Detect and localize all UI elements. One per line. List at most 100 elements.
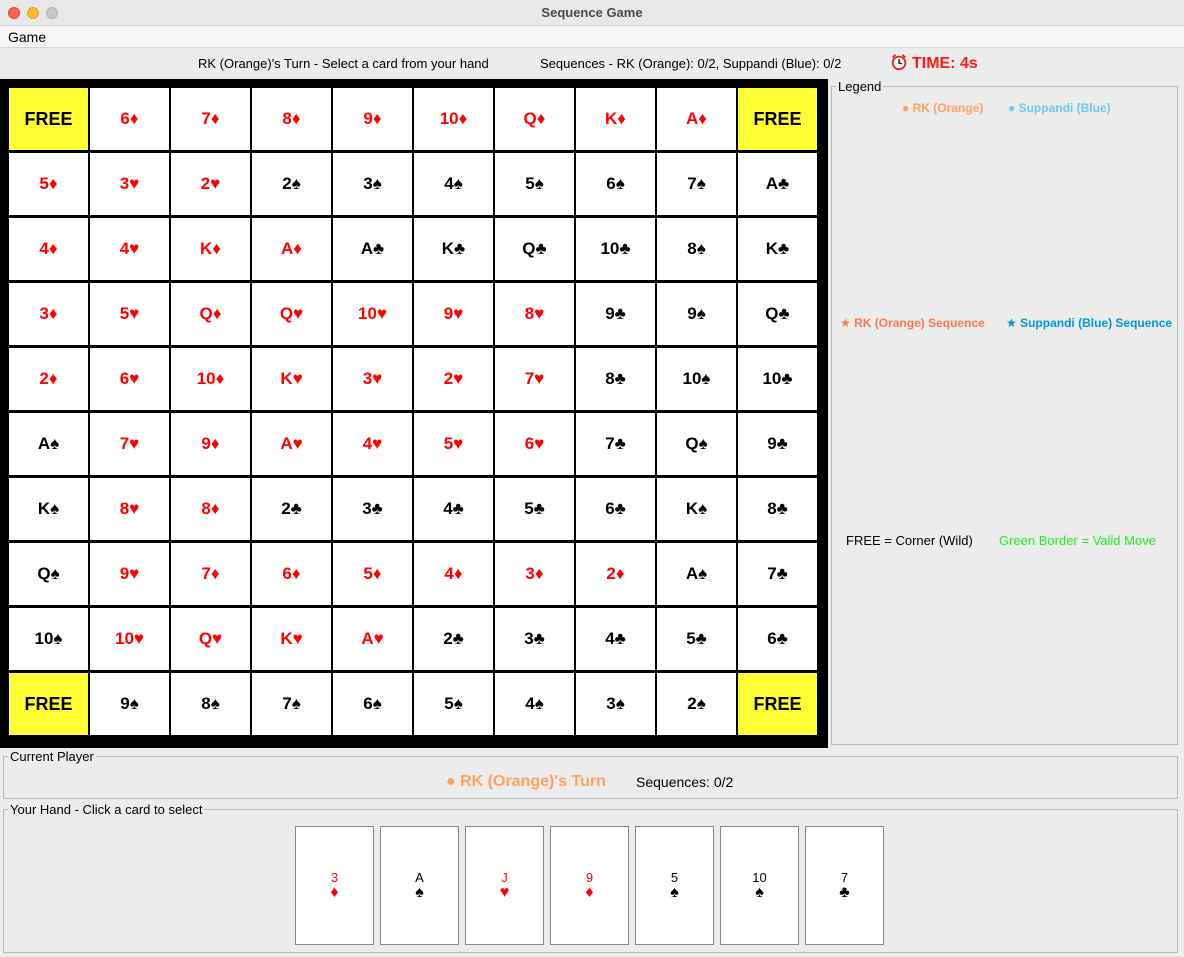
board-cell[interactable]: 7♦ [171, 88, 250, 150]
board-cell[interactable]: A♠ [657, 543, 736, 605]
board-cell[interactable]: 6♣ [576, 478, 655, 540]
board-cell[interactable]: K♥ [252, 348, 331, 410]
board-cell[interactable]: 3♥ [333, 348, 412, 410]
board-cell[interactable]: Q♣ [495, 218, 574, 280]
board-cell[interactable]: 5♥ [90, 283, 169, 345]
board-cell[interactable]: 3♠ [333, 153, 412, 215]
board-cell-free[interactable]: FREE [9, 673, 88, 735]
board-cell[interactable]: A♥ [252, 413, 331, 475]
board-cell[interactable]: K♣ [738, 218, 817, 280]
board-cell[interactable]: 4♥ [333, 413, 412, 475]
board-cell[interactable]: 10♦ [171, 348, 250, 410]
board-cell[interactable]: 8♥ [495, 283, 574, 345]
board-cell[interactable]: 10♠ [9, 608, 88, 670]
board-cell[interactable]: 5♠ [414, 673, 493, 735]
board-cell[interactable]: Q♥ [252, 283, 331, 345]
board-cell[interactable]: 5♦ [333, 543, 412, 605]
hand-card[interactable]: 7 ♣ [805, 826, 884, 945]
board-cell[interactable]: 3♣ [333, 478, 412, 540]
board-cell[interactable]: 9♦ [171, 413, 250, 475]
board-cell[interactable]: 9♠ [657, 283, 736, 345]
board-cell[interactable]: K♣ [414, 218, 493, 280]
board-cell[interactable]: 2♣ [414, 608, 493, 670]
board-cell[interactable]: 4♦ [9, 218, 88, 280]
board-cell[interactable]: 8♣ [738, 478, 817, 540]
board-cell[interactable]: 7♣ [576, 413, 655, 475]
board-cell[interactable]: 5♠ [495, 153, 574, 215]
hand-card[interactable]: J ♥ [465, 826, 544, 945]
board-cell[interactable]: 7♠ [657, 153, 736, 215]
board-cell-free[interactable]: FREE [738, 88, 817, 150]
board-cell-free[interactable]: FREE [738, 673, 817, 735]
board-cell[interactable]: 3♦ [9, 283, 88, 345]
board-cell[interactable]: K♦ [171, 218, 250, 280]
board-cell[interactable]: 10♣ [576, 218, 655, 280]
board-cell[interactable]: 9♥ [90, 543, 169, 605]
board-cell[interactable]: 4♦ [414, 543, 493, 605]
board-cell[interactable]: 7♠ [252, 673, 331, 735]
board-cell[interactable]: 9♠ [90, 673, 169, 735]
board-cell[interactable]: 5♥ [414, 413, 493, 475]
board-cell[interactable]: 7♥ [495, 348, 574, 410]
board-cell[interactable]: 9♣ [738, 413, 817, 475]
board-cell[interactable]: K♦ [576, 88, 655, 150]
board-cell[interactable]: A♥ [333, 608, 412, 670]
board-cell[interactable]: 10♥ [333, 283, 412, 345]
board-cell[interactable]: 6♥ [90, 348, 169, 410]
board-cell[interactable]: 8♥ [90, 478, 169, 540]
menu-game[interactable]: Game [8, 29, 46, 45]
board-cell[interactable]: A♦ [657, 88, 736, 150]
board-cell[interactable]: 7♦ [171, 543, 250, 605]
board-cell[interactable]: 3♦ [495, 543, 574, 605]
board-cell[interactable]: 2♦ [9, 348, 88, 410]
board-cell[interactable]: 4♠ [414, 153, 493, 215]
board-cell[interactable]: Q♥ [171, 608, 250, 670]
board-cell[interactable]: 4♥ [90, 218, 169, 280]
board-cell[interactable]: 8♦ [252, 88, 331, 150]
board-cell[interactable]: 7♥ [90, 413, 169, 475]
board-cell[interactable]: 10♠ [657, 348, 736, 410]
hand-card[interactable]: 5 ♠ [635, 826, 714, 945]
board-cell[interactable]: 3♥ [90, 153, 169, 215]
board-cell[interactable]: 2♣ [252, 478, 331, 540]
board-cell[interactable]: 6♣ [738, 608, 817, 670]
board-cell[interactable]: 2♠ [657, 673, 736, 735]
board-cell[interactable]: 4♠ [495, 673, 574, 735]
board-cell[interactable]: K♥ [252, 608, 331, 670]
board-cell[interactable]: 4♣ [576, 608, 655, 670]
board-cell[interactable]: 2♥ [171, 153, 250, 215]
board-cell[interactable]: A♠ [9, 413, 88, 475]
board-cell[interactable]: Q♦ [171, 283, 250, 345]
board-cell[interactable]: 4♣ [414, 478, 493, 540]
board-cell[interactable]: 6♠ [576, 153, 655, 215]
board-cell[interactable]: K♠ [9, 478, 88, 540]
hand-card[interactable]: 9 ♦ [550, 826, 629, 945]
board-cell[interactable]: Q♠ [657, 413, 736, 475]
board-cell[interactable]: 7♣ [738, 543, 817, 605]
board-cell[interactable]: 9♥ [414, 283, 493, 345]
board-cell[interactable]: 9♣ [576, 283, 655, 345]
board-cell[interactable]: Q♠ [9, 543, 88, 605]
hand-card[interactable]: A ♠ [380, 826, 459, 945]
board-cell[interactable]: 8♦ [171, 478, 250, 540]
board-cell-free[interactable]: FREE [9, 88, 88, 150]
board-cell[interactable]: 6♦ [90, 88, 169, 150]
board-cell[interactable]: 6♦ [252, 543, 331, 605]
hand-card[interactable]: 10 ♠ [720, 826, 799, 945]
board-cell[interactable]: A♣ [738, 153, 817, 215]
board-cell[interactable]: Q♦ [495, 88, 574, 150]
board-cell[interactable]: 2♠ [252, 153, 331, 215]
hand-card[interactable]: 3 ♦ [295, 826, 374, 945]
board-cell[interactable]: 8♠ [171, 673, 250, 735]
board-cell[interactable]: 6♥ [495, 413, 574, 475]
board-cell[interactable]: 2♦ [576, 543, 655, 605]
board-cell[interactable]: 6♠ [333, 673, 412, 735]
board-cell[interactable]: 10♦ [414, 88, 493, 150]
board-cell[interactable]: 8♠ [657, 218, 736, 280]
board-cell[interactable]: 5♦ [9, 153, 88, 215]
board-cell[interactable]: 3♣ [495, 608, 574, 670]
board-cell[interactable]: 10♥ [90, 608, 169, 670]
board-cell[interactable]: 8♣ [576, 348, 655, 410]
board-cell[interactable]: 5♣ [657, 608, 736, 670]
board-cell[interactable]: A♣ [333, 218, 412, 280]
